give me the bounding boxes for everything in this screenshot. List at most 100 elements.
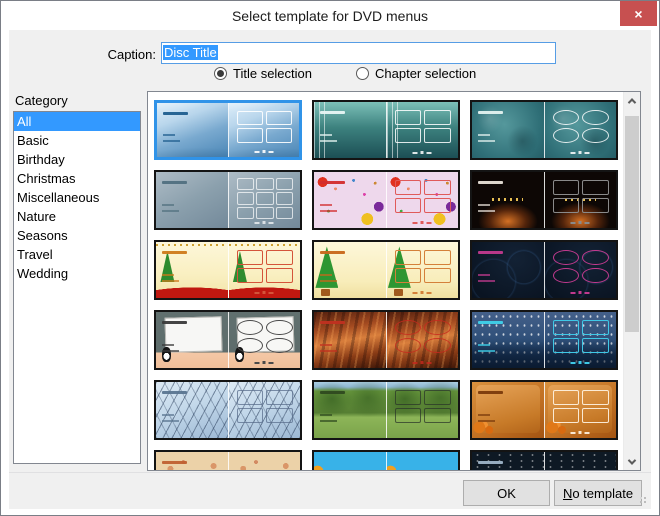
mini-nav-arrows-icon bbox=[255, 361, 274, 364]
category-item-basic[interactable]: Basic bbox=[14, 131, 140, 150]
thumb-page-main bbox=[156, 452, 228, 470]
caption-input[interactable]: Disc Title bbox=[161, 42, 556, 64]
template-thumb-fire-clouds[interactable] bbox=[312, 310, 460, 370]
template-thumb-winter-branches[interactable] bbox=[154, 380, 302, 440]
resize-grip-icon[interactable] bbox=[644, 501, 646, 503]
scrollbar-thumb[interactable] bbox=[625, 116, 639, 332]
template-thumb-blue-waves[interactable] bbox=[154, 100, 302, 160]
mini-text-line bbox=[320, 274, 332, 276]
close-icon: × bbox=[634, 7, 642, 21]
mini-text-line bbox=[320, 414, 332, 416]
category-item-wedding[interactable]: Wedding bbox=[14, 264, 140, 283]
template-thumb-christmas-tree[interactable] bbox=[312, 240, 460, 300]
thumb-page-titles bbox=[386, 382, 459, 438]
close-button[interactable]: × bbox=[620, 1, 657, 26]
ok-button[interactable]: OK bbox=[463, 480, 550, 506]
starfield-art-icon bbox=[545, 452, 617, 470]
frame-square bbox=[266, 408, 292, 423]
scrollbar[interactable] bbox=[623, 92, 640, 470]
mini-text-line bbox=[162, 420, 179, 422]
template-thumb-birthday-pink[interactable] bbox=[312, 170, 460, 230]
template-thumb-gray-blur[interactable] bbox=[154, 170, 302, 230]
mini-text-line bbox=[478, 210, 495, 212]
mini-disc-title bbox=[320, 181, 346, 184]
scrollbar-down-button[interactable] bbox=[624, 453, 640, 470]
thumb-button-frames bbox=[553, 180, 609, 214]
template-thumb-dark-swirl[interactable] bbox=[470, 240, 618, 300]
template-thumb-christmas-garland[interactable] bbox=[154, 240, 302, 300]
category-item-christmas[interactable]: Christmas bbox=[14, 169, 140, 188]
frame-square bbox=[266, 128, 292, 143]
mini-nav-arrows-icon bbox=[571, 291, 590, 294]
thumb-button-frames bbox=[553, 390, 609, 424]
category-listbox[interactable]: AllBasicBirthdayChristmasMiscellaneousNa… bbox=[13, 111, 141, 464]
mini-text-line bbox=[478, 414, 490, 416]
thumb-page-titles bbox=[228, 452, 301, 470]
mini-text-line bbox=[478, 140, 495, 142]
category-item-seasons[interactable]: Seasons bbox=[14, 226, 140, 245]
category-label: Category bbox=[15, 93, 68, 108]
frame-square bbox=[395, 128, 421, 143]
template-thumb-orange-tan[interactable] bbox=[154, 450, 302, 470]
template-thumb-teal-texture[interactable] bbox=[470, 100, 618, 160]
template-thumb-teal-lines[interactable] bbox=[312, 100, 460, 160]
template-thumb-penguin[interactable] bbox=[154, 310, 302, 370]
mini-text-line bbox=[162, 414, 174, 416]
category-item-travel[interactable]: Travel bbox=[14, 245, 140, 264]
thumb-page-main bbox=[156, 172, 228, 228]
thumb-page-main bbox=[314, 172, 386, 228]
mini-text-line bbox=[478, 420, 495, 422]
cartoon-sky-art-icon bbox=[387, 452, 459, 470]
mini-nav-arrows-icon bbox=[571, 151, 590, 154]
radio-chapter-selection[interactable]: Chapter selection bbox=[356, 66, 476, 81]
template-thumb-cartoon-sky[interactable] bbox=[312, 450, 460, 470]
mini-text-line bbox=[320, 420, 337, 422]
thumb-pages bbox=[156, 312, 300, 368]
frame-square bbox=[266, 390, 292, 405]
template-thumb-birthday-cake[interactable] bbox=[470, 170, 618, 230]
frame-square bbox=[582, 198, 608, 213]
mini-text-line bbox=[162, 204, 174, 206]
frame-rect bbox=[553, 320, 579, 335]
thumb-pages bbox=[156, 452, 300, 470]
thumb-page-titles bbox=[544, 452, 617, 470]
category-item-miscellaneous[interactable]: Miscellaneous bbox=[14, 188, 140, 207]
mini-disc-title bbox=[162, 321, 188, 324]
mini-disc-title bbox=[163, 112, 188, 115]
dialog-window: Select template for DVD menus × Caption:… bbox=[0, 0, 660, 516]
frame-circle bbox=[582, 250, 608, 265]
thumb-page-titles bbox=[544, 312, 617, 368]
thumb-pages bbox=[314, 312, 458, 368]
mini-nav-arrows-icon bbox=[413, 361, 432, 364]
category-item-all[interactable]: All bbox=[14, 112, 140, 131]
thumb-page-titles bbox=[386, 242, 459, 298]
thumb-page-main bbox=[156, 382, 228, 438]
frame-circle bbox=[237, 320, 263, 335]
thumb-pages bbox=[314, 382, 458, 438]
frame-rect bbox=[582, 338, 608, 353]
thumb-button-frames bbox=[395, 180, 451, 214]
radio-title-selection[interactable]: Title selection bbox=[214, 66, 312, 81]
template-thumb-park[interactable] bbox=[312, 380, 460, 440]
category-item-nature[interactable]: Nature bbox=[14, 207, 140, 226]
mini-text-line bbox=[478, 344, 490, 346]
thumb-page-main bbox=[314, 312, 386, 368]
mini-disc-title bbox=[478, 251, 504, 254]
thumb-page-main bbox=[472, 452, 544, 470]
scrollbar-up-button[interactable] bbox=[624, 92, 640, 109]
caption-value-selected-text: Disc Title bbox=[163, 45, 218, 60]
mini-disc-title bbox=[478, 181, 504, 184]
category-item-birthday[interactable]: Birthday bbox=[14, 150, 140, 169]
no-template-button[interactable]: No template bbox=[554, 480, 642, 506]
thumb-pages bbox=[314, 452, 458, 470]
chevron-up-icon bbox=[628, 98, 636, 106]
thumb-button-frames bbox=[553, 110, 609, 144]
radio-label: Chapter selection bbox=[375, 66, 476, 81]
template-thumb-starfield[interactable] bbox=[470, 450, 618, 470]
thumb-page-titles bbox=[544, 382, 617, 438]
frame-square bbox=[582, 180, 608, 195]
thumb-page-main bbox=[314, 102, 386, 158]
thumb-page-titles bbox=[228, 103, 300, 157]
template-thumb-pumpkins[interactable] bbox=[470, 380, 618, 440]
template-thumb-winter-forest[interactable] bbox=[470, 310, 618, 370]
